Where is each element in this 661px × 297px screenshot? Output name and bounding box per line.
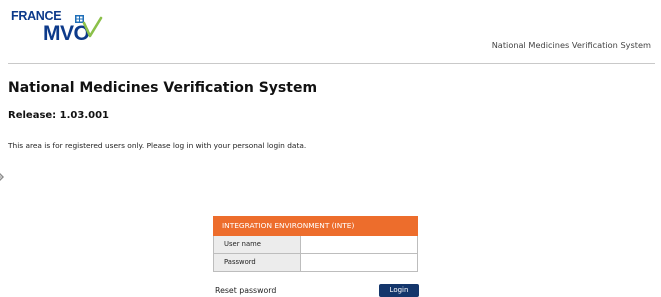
header-divider [8,63,655,64]
header-system-name: National Medicines Verification System [491,40,651,50]
release-label: Release: 1.03.001 [8,110,110,121]
access-notice: This area is for registered users only. … [8,141,307,150]
username-label: User name [214,236,301,253]
login-button[interactable]: Login [379,284,419,297]
page-title: National Medicines Verification System [8,80,318,96]
password-label: Password [214,254,301,271]
username-row: User name [213,236,418,254]
chevron-right-icon[interactable] [0,168,5,186]
password-input[interactable] [301,254,417,271]
logo-mark-icon [75,15,103,38]
username-input[interactable] [301,236,417,253]
environment-banner: INTEGRATION ENVIRONMENT (INTE) [213,216,418,236]
reset-password-link[interactable]: Reset password [215,286,276,295]
france-mvo-logo: FRANCE MVO [11,8,111,46]
logo-text-france: FRANCE [11,9,62,23]
password-row: Password [213,254,418,272]
login-form: INTEGRATION ENVIRONMENT (INTE) User name… [213,216,418,272]
